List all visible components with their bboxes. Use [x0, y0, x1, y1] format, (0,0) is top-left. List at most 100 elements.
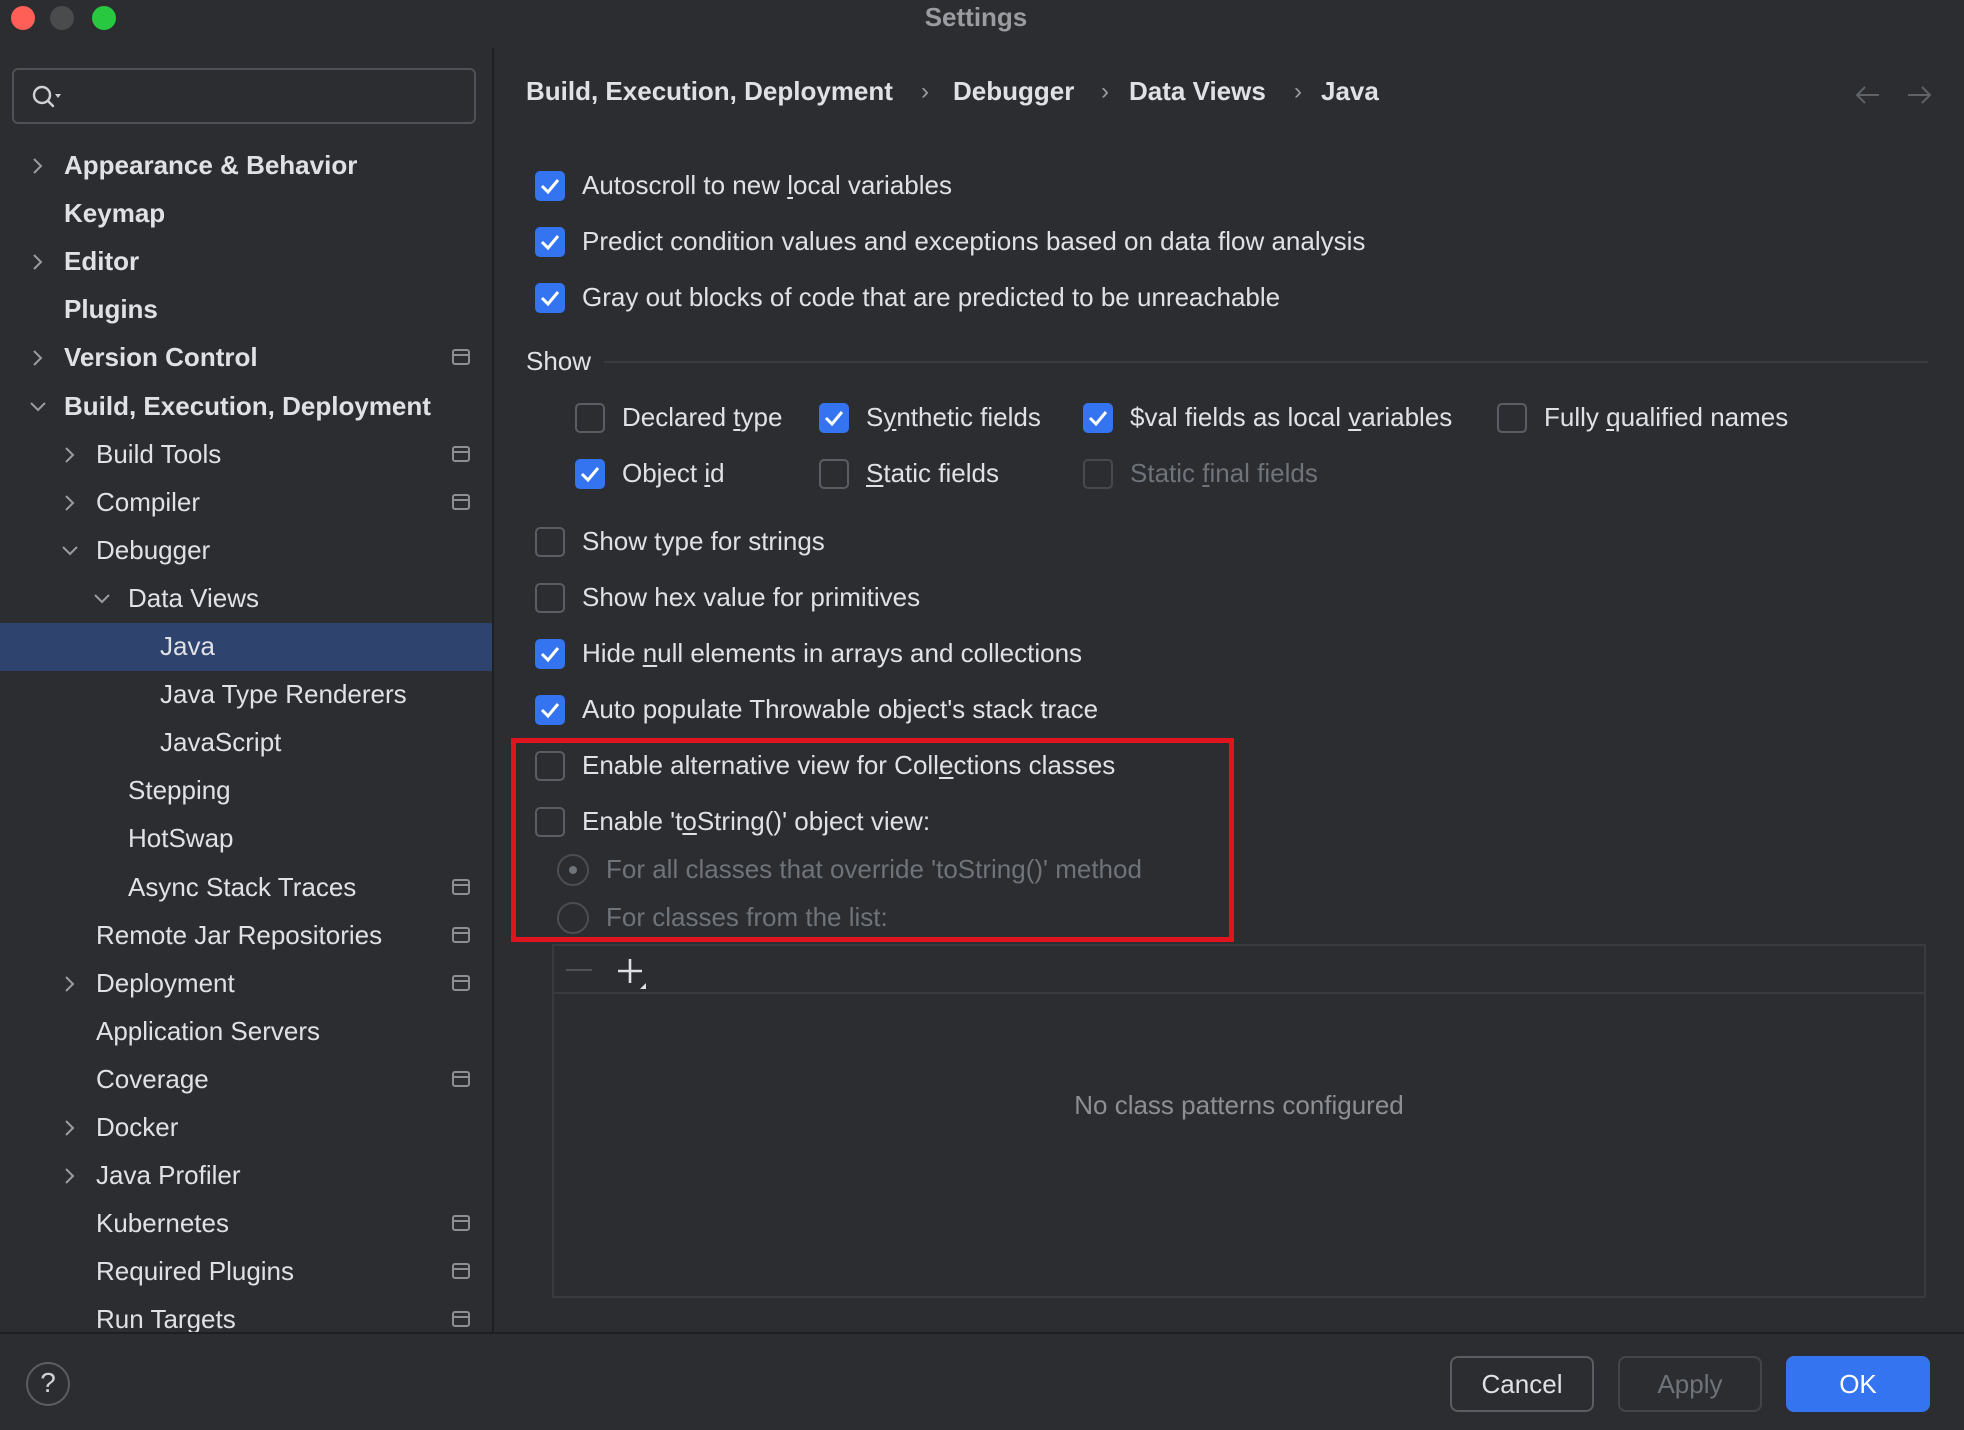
- sidebar-item[interactable]: Java Profiler: [0, 1152, 492, 1200]
- apply-button: Apply: [1618, 1356, 1762, 1412]
- sidebar-item[interactable]: Build, Execution, Deployment: [0, 383, 492, 431]
- breadcrumb-separator: ›: [1294, 78, 1302, 105]
- sidebar-item[interactable]: Required Plugins: [0, 1248, 492, 1296]
- sidebar-item[interactable]: Compiler: [0, 479, 492, 527]
- predict-conditions-label[interactable]: Predict condition values and exceptions …: [582, 226, 1365, 257]
- sidebar-item[interactable]: Deployment: [0, 960, 492, 1008]
- window-title: Settings: [924, 2, 1028, 32]
- project-level-icon: [452, 1311, 470, 1328]
- title-bar: Settings: [0, 0, 1964, 40]
- sidebar-item[interactable]: Version Control: [0, 334, 492, 382]
- breadcrumb-item: Build, Execution, Deployment: [526, 76, 893, 106]
- search-icon: [32, 85, 61, 108]
- sidebar-item-label: Debugger: [96, 534, 211, 565]
- forward-arrow-icon[interactable]: [1904, 80, 1934, 110]
- show-hex-label[interactable]: Show hex value for primitives: [582, 582, 920, 613]
- sidebar-item-label: Plugins: [64, 294, 158, 325]
- predict-conditions-checkbox[interactable]: [535, 227, 565, 257]
- chevron-down-icon[interactable]: [92, 589, 112, 609]
- footer-divider: [0, 1332, 1964, 1334]
- gray-out-checkbox[interactable]: [535, 283, 565, 313]
- chevron-right-icon[interactable]: [60, 1166, 80, 1186]
- sidebar-item-label: HotSwap: [128, 823, 234, 854]
- sidebar-item[interactable]: Application Servers: [0, 1008, 492, 1056]
- chevron-right-icon[interactable]: [28, 252, 48, 272]
- declared-type-checkbox[interactable]: [575, 403, 605, 433]
- project-level-icon: [452, 974, 470, 991]
- static-fields-checkbox[interactable]: [819, 459, 849, 489]
- breadcrumb-separator: ›: [1101, 78, 1109, 105]
- object-id-checkbox[interactable]: [575, 459, 605, 489]
- chevron-right-icon[interactable]: [60, 1118, 80, 1138]
- hide-null-checkbox[interactable]: [535, 639, 565, 669]
- sidebar-item[interactable]: JavaScript: [0, 719, 492, 767]
- sidebar-item-label: Version Control: [64, 342, 258, 373]
- static-fields-label[interactable]: Static fields: [866, 458, 999, 489]
- sidebar-item[interactable]: HotSwap: [0, 815, 492, 863]
- help-button[interactable]: ?: [26, 1362, 70, 1406]
- sidebar-item[interactable]: Plugins: [0, 286, 492, 334]
- fully-qualified-names-label[interactable]: Fully qualified names: [1544, 402, 1788, 433]
- chevron-right-icon[interactable]: [28, 348, 48, 368]
- sidebar-item[interactable]: Keymap: [0, 190, 492, 238]
- sidebar-item-label: Java Type Renderers: [160, 679, 407, 710]
- class-patterns-list: No class patterns configured: [552, 944, 1926, 1298]
- show-type-strings-label[interactable]: Show type for strings: [582, 526, 825, 557]
- sidebar-item-label: Build Tools: [96, 438, 222, 469]
- project-level-icon: [452, 926, 470, 943]
- fully-qualified-names-checkbox[interactable]: [1497, 403, 1527, 433]
- sidebar-item[interactable]: Docker: [0, 1104, 492, 1152]
- sidebar-item[interactable]: Stepping: [0, 767, 492, 815]
- synthetic-fields-label[interactable]: Synthetic fields: [866, 402, 1041, 433]
- hide-null-label[interactable]: Hide null elements in arrays and collect…: [582, 638, 1082, 669]
- auto-populate-label[interactable]: Auto populate Throwable object's stack t…: [582, 694, 1098, 725]
- sidebar-item[interactable]: Data Views: [0, 575, 492, 623]
- show-type-strings-checkbox[interactable]: [535, 527, 565, 557]
- breadcrumb-item: Java: [1321, 76, 1379, 106]
- checkmark-icon: [1088, 411, 1108, 427]
- show-section-title: Show: [526, 346, 592, 376]
- ok-button[interactable]: OK: [1786, 1356, 1930, 1412]
- empty-list-message: No class patterns configured: [1074, 1090, 1404, 1120]
- project-level-icon: [452, 349, 470, 366]
- search-input[interactable]: [12, 68, 476, 124]
- autoscroll-checkbox[interactable]: [535, 171, 565, 201]
- sidebar-item[interactable]: Java Type Renderers: [0, 671, 492, 719]
- class-list-toolbar: [554, 946, 1924, 994]
- sidebar-item-label: Build, Execution, Deployment: [64, 390, 431, 421]
- sidebar-item[interactable]: Build Tools: [0, 431, 492, 479]
- show-hex-checkbox[interactable]: [535, 583, 565, 613]
- chevron-down-icon[interactable]: [60, 541, 80, 561]
- settings-sidebar: Appearance & Behavior Keymap Editor Plugins…: [0, 48, 492, 1334]
- sidebar-item[interactable]: Remote Jar Repositories: [0, 912, 492, 960]
- autoscroll-label[interactable]: Autoscroll to new local variables: [582, 170, 952, 201]
- sidebar-item-label: Deployment: [96, 967, 235, 998]
- gray-out-label[interactable]: Gray out blocks of code that are predict…: [582, 282, 1280, 313]
- chevron-right-icon[interactable]: [60, 493, 80, 513]
- cancel-button[interactable]: Cancel: [1450, 1356, 1594, 1412]
- chevron-right-icon[interactable]: [60, 974, 80, 994]
- sidebar-item[interactable]: Appearance & Behavior: [0, 142, 492, 190]
- auto-populate-checkbox[interactable]: [535, 695, 565, 725]
- sidebar-item[interactable]: Coverage: [0, 1056, 492, 1104]
- chevron-right-icon[interactable]: [28, 156, 48, 176]
- sidebar-item-label: Appearance & Behavior: [64, 150, 358, 180]
- add-icon[interactable]: [616, 956, 652, 992]
- sidebar-item[interactable]: Java: [0, 623, 492, 671]
- back-arrow-icon[interactable]: [1853, 80, 1883, 110]
- sidebar-item[interactable]: Debugger: [0, 527, 492, 575]
- object-id-label[interactable]: Object id: [622, 458, 725, 489]
- synthetic-fields-checkbox[interactable]: [819, 403, 849, 433]
- sidebar-item[interactable]: Run Targets: [0, 1296, 492, 1344]
- breadcrumb-separator: ›: [921, 78, 929, 105]
- chevron-down-icon[interactable]: [28, 397, 48, 417]
- remove-icon[interactable]: [566, 969, 592, 971]
- chevron-right-icon[interactable]: [60, 445, 80, 465]
- sidebar-item[interactable]: Async Stack Traces: [0, 864, 492, 912]
- sidebar-item[interactable]: Kubernetes: [0, 1200, 492, 1248]
- declared-type-label[interactable]: Declared type: [622, 402, 782, 433]
- val-fields-checkbox[interactable]: [1083, 403, 1113, 433]
- checkmark-icon: [540, 235, 560, 251]
- val-fields-label[interactable]: $val fields as local variables: [1130, 402, 1452, 433]
- sidebar-item[interactable]: Editor: [0, 238, 492, 286]
